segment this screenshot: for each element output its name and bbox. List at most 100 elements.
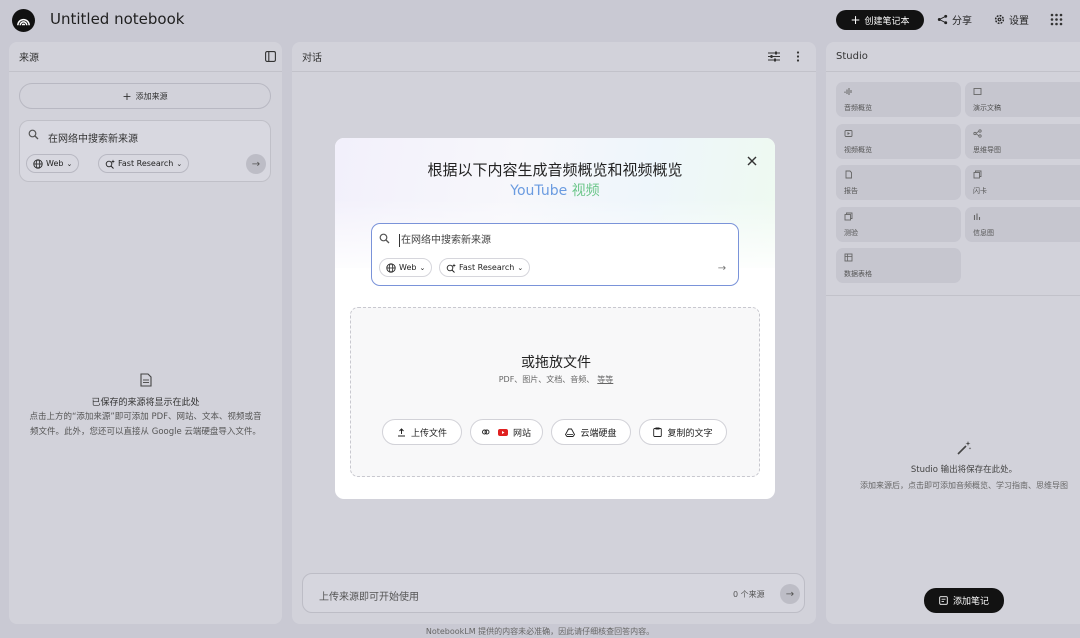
research-chip-label: Fast Research	[459, 263, 515, 272]
cloud-drive-button[interactable]: 云端硬盘	[551, 419, 631, 445]
note-icon	[939, 596, 948, 605]
chat-input-placeholder[interactable]: 上传来源即可开始使用	[319, 588, 419, 603]
share-button[interactable]: 分享	[937, 12, 972, 27]
upload-file-button[interactable]: 上传文件	[382, 419, 462, 445]
studio-tile-flashcards[interactable]: 闪卡	[965, 165, 1080, 200]
logo-mark-icon	[17, 18, 30, 26]
web-chip-label: Web	[399, 263, 417, 272]
mind-map-icon	[973, 129, 982, 138]
modal-search-box: 在网络中搜索新来源 Web ⌄ Fast Research ⌄ →	[371, 223, 739, 286]
studio-panel-header: Studio	[826, 42, 1080, 72]
studio-tile-mind-map[interactable]: 思维导图	[965, 124, 1080, 159]
source-search-input[interactable]: 在网络中搜索新来源	[48, 130, 138, 145]
search-icon	[379, 233, 390, 244]
website-label: 网站	[512, 428, 531, 439]
studio-tile-label: 思维导图	[973, 146, 1001, 154]
cloud-drive-label: 云端硬盘	[580, 428, 617, 439]
sources-empty-title: 已保存的来源将显示在此处	[91, 398, 200, 408]
studio-panel-title: Studio	[836, 51, 868, 62]
research-spark-icon	[446, 263, 456, 273]
subtitle-video: 视频	[571, 183, 600, 199]
notebooklm-logo-icon[interactable]	[12, 9, 35, 32]
report-icon	[845, 170, 852, 179]
chevron-down-icon: ⌄	[419, 263, 426, 272]
research-spark-icon	[105, 159, 115, 169]
file-dropzone[interactable]: 或拖放文件 PDF、图片、文档、音频、 等等 上传文件 网站 云端硬盘 复制的文…	[350, 307, 760, 477]
sources-empty-desc-line: 点击上方的“添加来源”即可添加 PDF、网站、文本、视频或音	[29, 412, 262, 422]
research-mode-dropdown[interactable]: Fast Research ⌄	[98, 154, 190, 173]
studio-tile-data-table[interactable]: 数据表格	[836, 248, 961, 283]
modal-subtitle: YouTube 视频	[335, 180, 775, 200]
sources-empty-state: 已保存的来源将显示在此处 点击上方的“添加来源”即可添加 PDF、网站、文本、视…	[9, 372, 282, 440]
modal-search-input[interactable]: 在网络中搜索新来源	[399, 234, 491, 247]
globe-icon	[386, 262, 396, 273]
notebook-title[interactable]: Untitled notebook	[50, 10, 184, 28]
studio-empty-description: 添加来源后，点击即可添加音频概览、学习指南、思维导图	[860, 481, 1068, 490]
add-note-button[interactable]: 添加笔记	[924, 588, 1004, 613]
drive-icon	[565, 428, 576, 437]
apps-grid-icon[interactable]	[1050, 13, 1063, 26]
more-vertical-icon[interactable]	[796, 51, 800, 62]
studio-tile-infographic[interactable]: 信息图	[965, 207, 1080, 242]
studio-empty-state: Studio 输出将保存在此处。 添加来源后，点击即可添加音频概览、学习指南、思…	[826, 440, 1080, 491]
slides-icon	[973, 88, 982, 95]
add-source-label: 添加来源	[135, 91, 168, 101]
subtitle-youtube: YouTube	[510, 183, 568, 199]
upload-file-label: 上传文件	[410, 428, 447, 439]
sources-empty-description: 点击上方的“添加来源”即可添加 PDF、网站、文本、视频或音 频文件。此外，您还…	[9, 410, 282, 440]
studio-tile-video-overview[interactable]: 视频概览	[836, 124, 961, 159]
plus-icon: +	[122, 89, 132, 103]
dropzone-types-text: PDF、图片、文档、音频、	[498, 375, 595, 384]
paste-text-button[interactable]: 复制的文字	[639, 419, 727, 445]
research-chip-label: Fast Research	[118, 159, 174, 168]
website-button[interactable]: 网站	[470, 419, 543, 445]
studio-tile-audio-overview[interactable]: 音频概览	[836, 82, 961, 117]
studio-tile-label: 报告	[844, 187, 858, 195]
chat-input-box[interactable]: 上传来源即可开始使用 0 个来源 →	[302, 573, 805, 613]
sources-panel-title: 来源	[19, 53, 39, 64]
magic-wand-icon	[957, 441, 972, 455]
chevron-down-icon: ⌄	[176, 159, 183, 168]
studio-tile-quiz[interactable]: 测验	[836, 207, 961, 242]
share-label: 分享	[952, 16, 972, 27]
collapse-panel-icon[interactable]	[265, 51, 276, 62]
plus-icon: +	[850, 13, 861, 27]
chat-panel-header: 对话	[292, 42, 816, 72]
data-table-icon	[844, 253, 853, 262]
gear-icon	[994, 14, 1005, 25]
flashcards-icon	[973, 170, 982, 179]
dropzone-more-link[interactable]: 等等	[597, 375, 613, 384]
chevron-down-icon: ⌄	[66, 159, 73, 168]
search-icon	[28, 129, 39, 140]
web-source-dropdown[interactable]: Web ⌄	[26, 154, 80, 173]
studio-tile-label: 信息图	[973, 229, 994, 237]
studio-tile-slides[interactable]: 演示文稿	[965, 82, 1080, 117]
studio-tile-label: 演示文稿	[973, 104, 1001, 112]
web-source-dropdown[interactable]: Web ⌄	[379, 258, 433, 277]
disclaimer-footer: NotebookLM 提供的内容未必准确，因此请仔细核查回答内容。	[425, 627, 655, 636]
tune-settings-icon[interactable]	[768, 51, 780, 62]
sources-empty-desc-line: 频文件。此外，您还可以直接从 Google 云端硬盘导入文件。	[30, 427, 261, 437]
infographic-icon	[973, 213, 981, 220]
link-icon	[482, 429, 490, 435]
sources-panel: 来源 + 添加来源 在网络中搜索新来源 Web ⌄ Fast Research …	[9, 42, 282, 624]
settings-button[interactable]: 设置	[994, 12, 1029, 27]
sources-panel-header: 来源	[9, 42, 282, 72]
studio-tile-label: 数据表格	[844, 270, 872, 278]
studio-tile-label: 音频概览	[844, 104, 872, 112]
send-button[interactable]: →	[780, 584, 800, 604]
create-notebook-button[interactable]: + 创建笔记本	[836, 10, 924, 30]
dropzone-title: 或拖放文件	[521, 355, 591, 371]
research-mode-dropdown[interactable]: Fast Research ⌄	[439, 258, 531, 277]
modal-title: 根据以下内容生成音频概览和视频概览	[427, 161, 683, 179]
video-icon	[844, 130, 853, 137]
add-source-button[interactable]: + 添加来源	[19, 83, 271, 109]
chevron-down-icon: ⌄	[517, 263, 524, 272]
web-chip-label: Web	[46, 159, 64, 168]
submit-search-button[interactable]: →	[712, 258, 732, 278]
submit-search-button[interactable]: →	[246, 154, 266, 174]
studio-tile-report[interactable]: 报告	[836, 165, 961, 200]
quiz-icon	[844, 212, 853, 221]
studio-tile-label: 视频概览	[844, 146, 872, 154]
upload-icon	[397, 427, 405, 436]
